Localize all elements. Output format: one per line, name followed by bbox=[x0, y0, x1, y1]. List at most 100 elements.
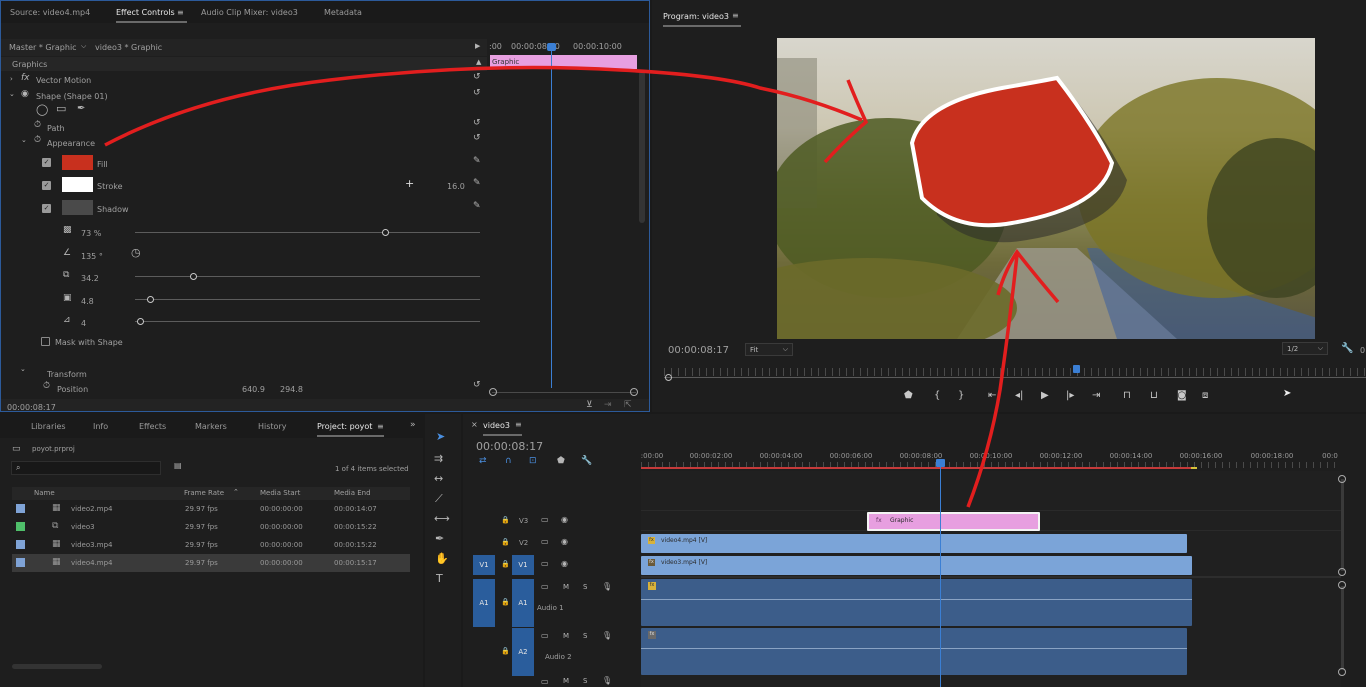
sync-lock-icon[interactable]: ▭ bbox=[541, 583, 549, 591]
sync-lock-icon[interactable]: ▭ bbox=[541, 516, 549, 524]
rectangle-mask-icon[interactable]: ▭ bbox=[56, 103, 66, 114]
size-knob[interactable] bbox=[147, 296, 154, 303]
lock-icon[interactable]: 🔒 bbox=[501, 539, 510, 546]
video3-clip[interactable]: fx video3.mp4 [V] bbox=[641, 556, 1192, 575]
step-forward-icon[interactable]: |▸ bbox=[1066, 390, 1074, 401]
add-marker-icon[interactable]: ⬟ bbox=[904, 390, 913, 401]
fit-dropdown[interactable]: Fit ⌵ bbox=[745, 343, 793, 356]
col-media-start[interactable]: Media Start bbox=[260, 489, 300, 497]
shadow-blur-value[interactable]: 4 bbox=[81, 319, 86, 328]
solo-icon[interactable]: S bbox=[583, 678, 587, 685]
stroke-checkbox[interactable]: ✓ bbox=[42, 181, 51, 190]
blur-knob[interactable] bbox=[137, 318, 144, 325]
expand-chevron-icon[interactable]: › bbox=[10, 76, 13, 83]
video-frame[interactable] bbox=[777, 38, 1315, 339]
play-arrow-icon[interactable]: ▶ bbox=[475, 43, 480, 50]
size-slider[interactable] bbox=[135, 296, 480, 303]
microphone-icon[interactable]: 🎙 bbox=[602, 583, 612, 591]
mini-playhead[interactable] bbox=[551, 43, 552, 388]
pen-mask-icon[interactable]: ✒ bbox=[77, 104, 85, 114]
mini-zoom-bar[interactable] bbox=[492, 392, 636, 393]
project-row-selected[interactable]: ▦ video4.mp4 29.97 fps 00:00:00:00 00:00… bbox=[12, 554, 410, 572]
track-target-a2[interactable]: A2 bbox=[512, 628, 534, 676]
source-patch-a1[interactable]: A1 bbox=[473, 579, 495, 627]
project-row[interactable]: ▦ video3.mp4 29.97 fps 00:00:00:00 00:00… bbox=[12, 536, 410, 554]
project-hscrollbar[interactable] bbox=[12, 664, 102, 669]
ripple-icon[interactable]: ⇥ bbox=[604, 401, 612, 410]
shape-label[interactable]: Shape (Shape 01) bbox=[36, 92, 108, 101]
distance-slider[interactable] bbox=[135, 273, 480, 280]
program-scrub-bar[interactable] bbox=[664, 377, 1366, 378]
zoom-handle-left[interactable] bbox=[489, 388, 497, 396]
plus-icon[interactable]: + bbox=[405, 178, 414, 189]
nest-icon[interactable]: ⇄ bbox=[479, 457, 487, 466]
tab-effects[interactable]: Effects bbox=[139, 422, 166, 431]
program-timecode[interactable]: 00:00:08:17 bbox=[668, 345, 729, 356]
linked-icon[interactable]: ⊡ bbox=[529, 457, 537, 466]
ellipse-mask-icon[interactable]: ◯ bbox=[36, 104, 48, 115]
audio-vscroll-handle-top[interactable] bbox=[1338, 581, 1346, 589]
mark-in-icon[interactable]: { bbox=[934, 390, 940, 401]
mute-icon[interactable]: M bbox=[563, 633, 569, 640]
stopwatch-icon[interactable]: ⏱ bbox=[43, 382, 50, 391]
stopwatch-icon[interactable]: ⏱ bbox=[34, 121, 41, 130]
sequence-tab[interactable]: video3 bbox=[483, 421, 522, 436]
eye-icon[interactable]: ◉ bbox=[21, 90, 29, 99]
panel-menu-icon[interactable]: ≡ bbox=[377, 423, 384, 431]
wrench-icon[interactable]: 🔧 bbox=[1341, 344, 1353, 354]
lock-icon[interactable]: 🔒 bbox=[501, 648, 510, 655]
vscroll-handle-bottom[interactable] bbox=[1338, 568, 1346, 576]
collapse-chevron-icon[interactable]: ⌄ bbox=[9, 91, 15, 98]
audio1-clip[interactable]: fx bbox=[641, 579, 1192, 626]
tab-libraries[interactable]: Libraries bbox=[31, 422, 66, 431]
shadow-swatch[interactable] bbox=[62, 200, 93, 215]
step-back-icon[interactable]: ◂| bbox=[1015, 390, 1023, 401]
settings-wrench-icon[interactable]: 🔧 bbox=[581, 457, 592, 466]
reset-icon[interactable]: ↺ bbox=[473, 89, 481, 98]
mark-out-icon[interactable]: } bbox=[958, 390, 964, 401]
solo-icon[interactable]: S bbox=[583, 584, 587, 591]
shadow-size-value[interactable]: 4.8 bbox=[81, 297, 94, 306]
video4-clip[interactable]: fx video4.mp4 [V] bbox=[641, 534, 1187, 553]
pen-tool-icon[interactable]: ✒ bbox=[435, 532, 444, 545]
blur-slider[interactable] bbox=[135, 318, 480, 325]
slip-icon[interactable]: ⟷ bbox=[434, 512, 450, 525]
source-patch-v1[interactable]: V1 bbox=[473, 555, 495, 575]
vector-motion-label[interactable]: Vector Motion bbox=[36, 76, 91, 85]
timeline-vscroll[interactable] bbox=[1341, 479, 1344, 571]
eye-icon[interactable]: ◉ bbox=[561, 516, 568, 524]
col-name[interactable]: Name bbox=[34, 489, 55, 497]
project-row[interactable]: ⧉ video3 29.97 fps 00:00:00:00 00:00:15:… bbox=[12, 518, 410, 536]
export-frame-icon[interactable]: ◙ bbox=[1177, 390, 1187, 401]
sync-lock-icon[interactable]: ▭ bbox=[541, 560, 549, 568]
audio-vscroll[interactable] bbox=[1341, 586, 1344, 670]
opacity-slider[interactable] bbox=[135, 229, 480, 236]
collapse-chevron-icon[interactable]: ⌄ bbox=[20, 366, 26, 373]
tab-history[interactable]: History bbox=[258, 422, 286, 431]
graphic-clip[interactable]: fx Graphic bbox=[867, 512, 1040, 531]
microphone-icon[interactable]: 🎙 bbox=[602, 632, 612, 640]
search-input[interactable]: ⌕ bbox=[11, 461, 161, 475]
work-area-bar[interactable] bbox=[641, 467, 1191, 469]
fill-checkbox[interactable]: ✓ bbox=[42, 158, 51, 167]
mini-scrollbar[interactable] bbox=[639, 71, 645, 223]
opacity-knob[interactable] bbox=[382, 229, 389, 236]
tab-project[interactable]: Project: poyot bbox=[317, 422, 385, 437]
effect-current-time[interactable]: 00:00:08:17 bbox=[7, 403, 56, 411]
shadow-angle-value[interactable]: 135 ° bbox=[81, 252, 103, 261]
eyedropper-icon[interactable]: ✎ bbox=[473, 202, 481, 211]
panel-menu-icon[interactable]: ≡ bbox=[515, 421, 522, 429]
razor-icon[interactable]: ⟋ bbox=[435, 492, 443, 506]
sync-lock-icon[interactable]: ▭ bbox=[541, 678, 549, 686]
eye-icon[interactable]: ◉ bbox=[561, 560, 568, 568]
vscroll-handle-top[interactable] bbox=[1338, 475, 1346, 483]
tab-markers[interactable]: Markers bbox=[195, 422, 227, 431]
lock-icon[interactable]: 🔒 bbox=[501, 517, 510, 524]
microphone-icon[interactable]: 🎙 bbox=[602, 677, 612, 685]
go-to-out-icon[interactable]: ⇥ bbox=[1092, 390, 1100, 401]
shadow-distance-value[interactable]: 34.2 bbox=[81, 274, 99, 283]
mask-with-shape-checkbox[interactable] bbox=[41, 337, 50, 346]
mini-graphic-clip[interactable]: Graphic bbox=[490, 55, 637, 69]
chevron-down-icon[interactable]: ⌵ bbox=[81, 43, 86, 50]
lock-icon[interactable]: 🔒 bbox=[501, 561, 510, 568]
